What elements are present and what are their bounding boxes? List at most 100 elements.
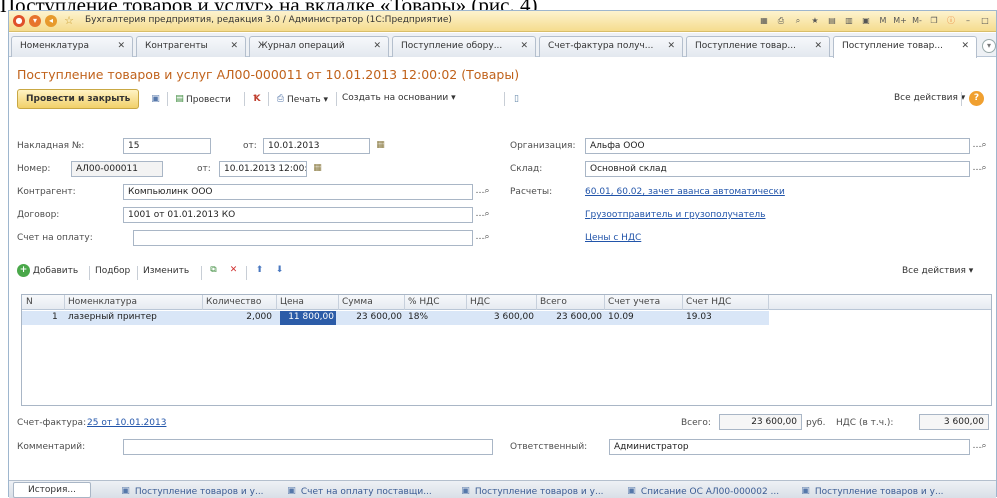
window-icon[interactable]: ❐ bbox=[927, 14, 941, 28]
select-search-icon[interactable]: …⌕ bbox=[971, 161, 988, 177]
cell-sum[interactable]: 23 600,00 bbox=[340, 312, 402, 322]
col-item[interactable]: Номенклатура bbox=[68, 297, 137, 307]
shipper-consignee-link[interactable]: Грузоотправитель и грузополучатель bbox=[585, 210, 765, 220]
table-row[interactable]: 1 лазерный принтер 2,000 11 800,00 23 60… bbox=[22, 311, 769, 325]
taskbar-item[interactable]: ▣ Поступление товаров и у... bbox=[799, 485, 943, 498]
tab-goods-receipt[interactable]: Поступление товар... ✕ bbox=[686, 36, 830, 57]
close-icon[interactable]: ✕ bbox=[520, 41, 528, 51]
calendar-icon[interactable]: ▦ bbox=[372, 138, 389, 154]
memory-m-button[interactable]: M bbox=[876, 14, 890, 28]
print-icon[interactable]: ⎙ bbox=[774, 14, 788, 28]
document-icon[interactable]: ▯ bbox=[510, 93, 523, 106]
select-search-icon[interactable]: …⌕ bbox=[474, 230, 491, 246]
invoice-no-field[interactable]: 15 bbox=[123, 138, 211, 154]
warehouse-field[interactable]: Основной склад bbox=[585, 161, 970, 177]
col-total[interactable]: Всего bbox=[540, 297, 567, 307]
search-icon[interactable]: ⌕ bbox=[791, 14, 805, 28]
cell-qty[interactable]: 2,000 bbox=[206, 312, 272, 322]
taskbar-item[interactable]: ▣ Счет на оплату поставщи... bbox=[285, 485, 432, 498]
prices-vat-link[interactable]: Цены с НДС bbox=[585, 233, 641, 243]
col-vat-rate[interactable]: % НДС bbox=[408, 297, 440, 307]
minimize-icon[interactable]: – bbox=[961, 14, 975, 28]
tab-equipment-receipt[interactable]: Поступление обору... ✕ bbox=[392, 36, 536, 57]
cell-vat-account[interactable]: 19.03 bbox=[686, 312, 712, 322]
add-button[interactable]: + Добавить bbox=[17, 264, 78, 277]
select-search-icon[interactable]: …⌕ bbox=[971, 138, 988, 154]
copy-row-icon[interactable]: ⧉ bbox=[207, 264, 220, 277]
memory-mplus-button[interactable]: M+ bbox=[893, 14, 907, 28]
taskbar-item[interactable]: ▣ Списание ОС АЛ00-000002 ... bbox=[625, 485, 779, 498]
help-icon[interactable]: ? bbox=[969, 91, 984, 106]
tab-nomenclature[interactable]: Номенклатура ✕ bbox=[11, 36, 133, 57]
table-icon[interactable]: ▥ bbox=[842, 14, 856, 28]
close-icon[interactable]: ✕ bbox=[814, 41, 822, 51]
cell-account[interactable]: 10.09 bbox=[608, 312, 634, 322]
favorites-star-icon[interactable]: ☆ bbox=[63, 15, 75, 27]
close-icon[interactable]: ✕ bbox=[961, 41, 969, 51]
move-up-icon[interactable]: ⬆ bbox=[253, 264, 266, 277]
invoice-link[interactable]: 25 от 10.01.2013 bbox=[87, 418, 166, 428]
col-sum[interactable]: Сумма bbox=[342, 297, 373, 307]
grid-icon[interactable]: ▦ bbox=[757, 14, 771, 28]
col-vat[interactable]: НДС bbox=[470, 297, 490, 307]
taskbar-item[interactable]: ▣ Поступление товаров и у... bbox=[459, 485, 603, 498]
grid-all-actions-button[interactable]: Все действия ▾ bbox=[902, 266, 973, 276]
move-down-icon[interactable]: ⬇ bbox=[273, 264, 286, 277]
payment-invoice-field[interactable] bbox=[133, 230, 473, 246]
close-icon[interactable]: ✕ bbox=[373, 41, 381, 51]
star-icon[interactable]: ★ bbox=[808, 14, 822, 28]
close-icon[interactable]: ✕ bbox=[117, 41, 125, 51]
restore-icon[interactable]: □ bbox=[978, 14, 992, 28]
taskbar-item[interactable]: ▣ Поступление товаров и у... bbox=[119, 485, 263, 498]
tab-invoice-received[interactable]: Счет-фактура получ... ✕ bbox=[539, 36, 683, 57]
tab-goods-receipt-active[interactable]: Поступление товар... ✕ bbox=[833, 36, 977, 58]
tabs-more-icon[interactable]: ▾ bbox=[982, 39, 996, 53]
number-field[interactable]: АЛ00-000011 bbox=[71, 161, 163, 177]
post-button[interactable]: ▤ Провести bbox=[173, 93, 231, 106]
close-icon[interactable]: ✕ bbox=[230, 41, 238, 51]
calculator-icon[interactable]: ▣ bbox=[859, 14, 873, 28]
back-circle-icon[interactable]: ◂ bbox=[45, 15, 57, 27]
contract-field[interactable]: 1001 от 01.01.2013 КО bbox=[123, 207, 473, 223]
menu-circle-icon[interactable]: ▾ bbox=[29, 15, 41, 27]
print-button[interactable]: ⎙ Печать ▾ bbox=[274, 93, 328, 106]
post-and-close-button[interactable]: Провести и закрыть bbox=[17, 89, 140, 109]
tab-journal[interactable]: Журнал операций ✕ bbox=[249, 36, 389, 57]
calendar-icon[interactable]: ▦ bbox=[309, 161, 326, 177]
cell-vat-rate[interactable]: 18% bbox=[408, 312, 428, 322]
history-button[interactable]: История... bbox=[13, 482, 91, 498]
select-search-icon[interactable]: …⌕ bbox=[474, 184, 491, 200]
settlements-link[interactable]: 60.01, 60.02, зачет аванса автоматически bbox=[585, 187, 785, 197]
number-date-field[interactable]: 10.01.2013 12:00:02 bbox=[219, 161, 307, 177]
delete-row-icon[interactable]: ✕ bbox=[227, 264, 240, 277]
col-n[interactable]: N bbox=[26, 297, 33, 307]
dt-kt-icon[interactable]: Ꝁ bbox=[250, 93, 263, 106]
info-icon[interactable]: ⓘ bbox=[944, 14, 958, 28]
cell-item[interactable]: лазерный принтер bbox=[68, 312, 157, 322]
select-search-icon[interactable]: …⌕ bbox=[971, 439, 988, 455]
comment-field[interactable] bbox=[123, 439, 493, 455]
change-button[interactable]: Изменить bbox=[143, 266, 189, 276]
invoice-date-field[interactable]: 10.01.2013 bbox=[263, 138, 370, 154]
save-icon[interactable]: ▣ bbox=[149, 93, 162, 106]
col-account[interactable]: Счет учета bbox=[608, 297, 660, 307]
goods-table[interactable]: N Номенклатура Количество Цена Сумма % Н… bbox=[21, 294, 992, 406]
select-button[interactable]: Подбор bbox=[95, 266, 130, 276]
app-logo-icon[interactable]: ● bbox=[13, 15, 25, 27]
col-vat-account[interactable]: Счет НДС bbox=[686, 297, 731, 307]
calendar-icon[interactable]: ▤ bbox=[825, 14, 839, 28]
cell-vat[interactable]: 3 600,00 bbox=[468, 312, 534, 322]
organization-field[interactable]: Альфа ООО bbox=[585, 138, 970, 154]
create-based-on-button[interactable]: Создать на основании ▾ bbox=[342, 93, 456, 103]
col-qty[interactable]: Количество bbox=[206, 297, 261, 307]
responsible-field[interactable]: Администратор bbox=[609, 439, 970, 455]
cell-total[interactable]: 23 600,00 bbox=[538, 312, 602, 322]
close-icon[interactable]: ✕ bbox=[667, 41, 675, 51]
memory-mminus-button[interactable]: M- bbox=[910, 14, 924, 28]
col-price[interactable]: Цена bbox=[280, 297, 304, 307]
all-actions-button[interactable]: Все действия ▾ bbox=[894, 93, 965, 103]
counterparty-field[interactable]: Компьюлинк ООО bbox=[123, 184, 473, 200]
tab-counterparties[interactable]: Контрагенты ✕ bbox=[136, 36, 246, 57]
cell-price-selected[interactable]: 11 800,00 bbox=[280, 311, 336, 325]
select-search-icon[interactable]: …⌕ bbox=[474, 207, 491, 223]
